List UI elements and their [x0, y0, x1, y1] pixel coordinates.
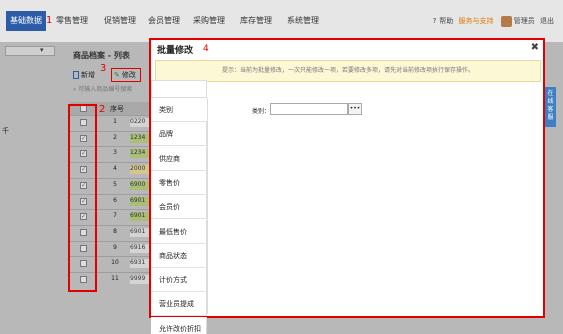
row-code: 9999 [130, 275, 150, 284]
nav-basic-data[interactable]: 基础数据 [6, 11, 46, 31]
field-item[interactable]: 会员价 [151, 195, 207, 220]
row-number: 9 [113, 243, 117, 251]
edit-button[interactable]: ✎ 修改 [111, 68, 141, 82]
row-code: 6901 [130, 227, 150, 237]
annotation-marker-3: 3 [100, 63, 107, 74]
row-number: 10 [111, 259, 119, 267]
category-picker-button[interactable]: ••• [348, 103, 362, 115]
search-placeholder: 可输入商品编号搜索 [78, 86, 133, 93]
row-code: 6901 [130, 212, 150, 222]
row-code: 2000 [130, 165, 150, 175]
online-service-tab[interactable]: 在线客服 [545, 87, 556, 127]
left-tree-text: 千 [2, 127, 9, 135]
row-code: 6916 [130, 243, 150, 253]
row-number: 8 [113, 227, 117, 235]
left-panel-select[interactable] [5, 46, 55, 56]
row-number: 2 [113, 133, 117, 141]
row-number: 3 [113, 149, 117, 157]
logout-link[interactable]: 退出 [540, 17, 554, 25]
field-item[interactable]: 最低售价 [151, 219, 207, 244]
row-number: 6 [113, 196, 117, 204]
row-code: 6900 [130, 180, 150, 190]
user-menu[interactable]: 管理员 [514, 17, 535, 25]
nav-retail[interactable]: 零售管理 [56, 11, 88, 31]
row-code: 6931 [130, 259, 150, 269]
field-item[interactable]: 商品状态 [151, 243, 207, 268]
category-input[interactable] [270, 103, 348, 115]
new-doc-icon [73, 71, 79, 79]
help-icon[interactable]: ? [433, 17, 437, 25]
field-item[interactable]: 允许改价折扣 [151, 316, 207, 334]
annotation-marker-2: 2 [99, 104, 106, 115]
nav-promotion[interactable]: 促销管理 [104, 11, 136, 31]
header-num: 序号 [110, 105, 124, 113]
row-number: 1 [113, 118, 117, 125]
new-button-label: 新增 [81, 71, 95, 79]
search-input[interactable]: ⌕ 可输入商品编号搜索 [73, 84, 151, 94]
close-icon[interactable]: ✖ [531, 42, 539, 53]
batch-edit-dialog: 批量修改 4 ✖ 提示：当前为批量修改，一次只能修改一项，若要修改多项，请先对当… [149, 38, 545, 334]
row-code: 1234 [130, 149, 150, 159]
top-right-tools: ? 帮助 服务与支持 管理员 退出 [433, 11, 557, 31]
field-item[interactable]: 类别 [151, 98, 207, 122]
search-icon: ⌕ [73, 86, 77, 93]
field-list-header [151, 80, 207, 98]
field-item[interactable]: 营业员提成 [151, 292, 207, 317]
nav-purchase[interactable]: 采购管理 [193, 11, 225, 31]
row-number: 4 [113, 165, 117, 173]
list-title: 商品档案 - 列表 [73, 51, 130, 60]
annotation-marker-1: 1 [46, 15, 53, 26]
edit-area: 类别： ••• [207, 98, 543, 314]
dialog-title: 批量修改 [157, 46, 194, 56]
new-button[interactable]: 新增 [73, 70, 95, 80]
field-item[interactable]: 计价方式 [151, 268, 207, 293]
field-item[interactable]: 供应商 [151, 146, 207, 171]
row-number: 7 [113, 212, 117, 220]
nav-member[interactable]: 会员管理 [148, 11, 180, 31]
service-link[interactable]: 服务与支持 [459, 17, 494, 25]
annotation-marker-4: 4 [203, 44, 209, 54]
edit-button-label: 修改 [121, 71, 136, 79]
field-item[interactable]: 零售价 [151, 170, 207, 195]
row-number: 5 [113, 180, 117, 188]
row-number: 11 [111, 275, 119, 282]
row-code: 0220 [130, 118, 150, 127]
nav-inventory[interactable]: 库存管理 [240, 11, 272, 31]
help-link[interactable]: 帮助 [439, 17, 453, 25]
field-item[interactable]: 品牌 [151, 122, 207, 147]
category-label: 类别： [252, 108, 271, 115]
edit-icon: ✎ [114, 71, 120, 79]
avatar [500, 15, 512, 27]
nav-system[interactable]: 系统管理 [287, 11, 319, 31]
hint-banner: 提示：当前为批量修改，一次只能修改一项，若要修改多项，请先对当前修改项执行保存操… [155, 60, 541, 82]
row-code: 1234 [130, 133, 150, 143]
checkbox-column-highlight [68, 104, 97, 292]
chevron-down-icon: ▾ [40, 46, 44, 54]
top-navbar: 基础数据 1 零售管理 促销管理 会员管理 采购管理 库存管理 系统管理 ? 帮助… [0, 0, 563, 42]
row-code: 6901 [130, 196, 150, 206]
